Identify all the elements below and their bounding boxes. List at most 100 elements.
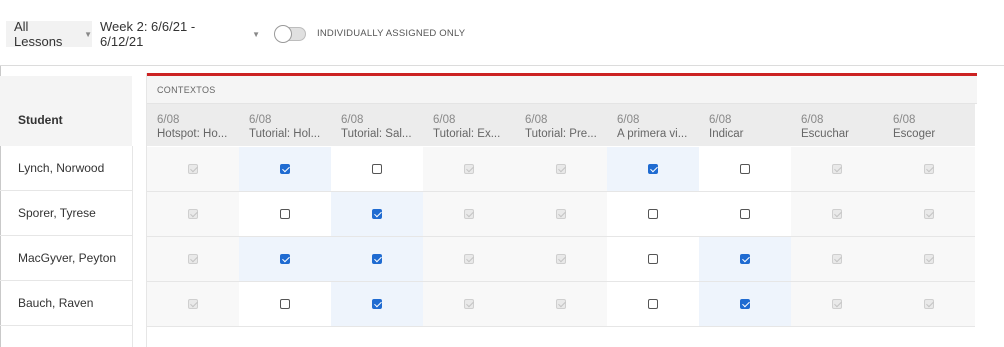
assignment-checkbox-disabled xyxy=(924,209,934,219)
activity-date: 6/08 xyxy=(157,114,180,126)
toggle-label: INDIVIDUALLY ASSIGNED ONLY xyxy=(317,28,466,39)
assignment-cell xyxy=(791,237,883,282)
activity-column-header[interactable]: 6/08 Tutorial: Pre... xyxy=(515,104,607,146)
assignment-checkbox-disabled xyxy=(832,164,842,174)
caret-down-icon: ▼ xyxy=(252,29,260,39)
assignment-checkbox-checked[interactable] xyxy=(372,299,382,309)
activity-name: Indicar xyxy=(709,128,744,140)
assignment-cell xyxy=(791,147,883,192)
assignment-cell xyxy=(883,237,975,282)
assignment-cell xyxy=(147,147,239,192)
toggle-knob xyxy=(274,25,292,43)
activity-column-header[interactable]: 6/08 Indicar xyxy=(699,104,791,146)
assignment-checkbox-disabled xyxy=(188,209,198,219)
assignment-cell xyxy=(423,237,515,282)
student-name: Sporer, Tyrese xyxy=(18,206,96,220)
activity-name: Tutorial: Ex... xyxy=(433,128,501,140)
activity-date: 6/08 xyxy=(433,114,456,126)
assignment-checkbox-disabled xyxy=(464,299,474,309)
assignment-checkbox-unchecked[interactable] xyxy=(372,164,382,174)
assignment-checkbox-checked[interactable] xyxy=(740,254,750,264)
assignment-cell xyxy=(515,192,607,237)
assignment-checkbox-unchecked[interactable] xyxy=(648,209,658,219)
assignment-cell xyxy=(239,237,331,282)
assignment-cell xyxy=(515,237,607,282)
assignment-checkbox-checked[interactable] xyxy=(280,254,290,264)
assignment-grid: CONTEXTOS 6/08 Hotspot: Ho... 6/08 Tutorial… xyxy=(146,73,977,347)
assignment-checkbox-unchecked[interactable] xyxy=(648,254,658,264)
assignment-checkbox-disabled xyxy=(188,299,198,309)
assignment-cell xyxy=(147,282,239,327)
activity-column-header[interactable]: 6/08 Tutorial: Hol... xyxy=(239,104,331,146)
assignment-cell xyxy=(883,192,975,237)
caret-down-icon: ▼ xyxy=(84,29,92,39)
assignment-checkbox-unchecked[interactable] xyxy=(648,299,658,309)
assignment-cell xyxy=(791,192,883,237)
activity-date: 6/08 xyxy=(249,114,272,126)
toolbar: All Lessons ▼ Week 2: 6/6/21 - 6/12/21 ▼… xyxy=(0,0,1004,66)
assignment-checkbox-disabled xyxy=(924,299,934,309)
activity-date: 6/08 xyxy=(801,114,824,126)
assignment-cell xyxy=(699,147,791,192)
student-row: Sporer, Tyrese xyxy=(0,191,132,236)
assignment-checkbox-disabled xyxy=(832,299,842,309)
activity-column-header[interactable]: 6/08 Escoger xyxy=(883,104,975,146)
student-row: MacGyver, Peyton xyxy=(0,236,132,281)
assignment-checkbox-checked[interactable] xyxy=(372,209,382,219)
assignment-checkbox-disabled xyxy=(556,254,566,264)
assignment-cell xyxy=(239,147,331,192)
assignment-cell xyxy=(607,237,699,282)
assignment-cell xyxy=(331,237,423,282)
assignment-checkbox-disabled xyxy=(924,254,934,264)
assignment-checkbox-disabled xyxy=(556,164,566,174)
activity-column-header[interactable]: 6/08 Tutorial: Ex... xyxy=(423,104,515,146)
activity-date: 6/08 xyxy=(617,114,640,126)
assignment-checkbox-disabled xyxy=(556,299,566,309)
activity-column-header[interactable]: 6/08 Escuchar xyxy=(791,104,883,146)
activity-column-header[interactable]: 6/08 Tutorial: Sal... xyxy=(331,104,423,146)
student-row: Bauch, Raven xyxy=(0,281,132,326)
assignment-checkbox-unchecked[interactable] xyxy=(740,209,750,219)
assignment-checkbox-checked[interactable] xyxy=(648,164,658,174)
week-dropdown-label: Week 2: 6/6/21 - 6/12/21 xyxy=(100,19,196,49)
assignment-checkbox-unchecked[interactable] xyxy=(280,299,290,309)
individually-assigned-toggle[interactable] xyxy=(274,25,306,43)
assignment-checkbox-checked[interactable] xyxy=(372,254,382,264)
assignment-cell xyxy=(147,237,239,282)
assignment-cell xyxy=(423,147,515,192)
assignment-checkbox-disabled xyxy=(464,209,474,219)
assignment-cell xyxy=(515,282,607,327)
assignment-checkbox-disabled xyxy=(556,209,566,219)
grid-empty-area xyxy=(147,328,977,347)
assignment-checkbox-checked[interactable] xyxy=(740,299,750,309)
activity-name: Escoger xyxy=(893,128,936,140)
student-column: Student Lynch, Norwood Sporer, Tyrese Ma… xyxy=(0,76,132,347)
lesson-group-header: CONTEXTOS xyxy=(147,76,977,104)
activity-date: 6/08 xyxy=(341,114,364,126)
assignment-checkbox-unchecked[interactable] xyxy=(740,164,750,174)
assignment-cell xyxy=(791,282,883,327)
week-dropdown[interactable]: Week 2: 6/6/21 - 6/12/21 ▼ xyxy=(100,19,260,49)
activity-name: Tutorial: Pre... xyxy=(525,128,597,140)
activity-column-header[interactable]: 6/08 A primera vi... xyxy=(607,104,699,146)
activity-name: Escuchar xyxy=(801,128,849,140)
assignment-checkbox-unchecked[interactable] xyxy=(280,209,290,219)
assignment-checkbox-disabled xyxy=(188,164,198,174)
assignment-cell xyxy=(607,282,699,327)
assignment-cell xyxy=(239,192,331,237)
assignment-checkbox-checked[interactable] xyxy=(280,164,290,174)
assignment-checkbox-disabled xyxy=(832,254,842,264)
assignment-cell xyxy=(331,282,423,327)
student-name: MacGyver, Peyton xyxy=(18,251,117,265)
assignment-cell xyxy=(607,192,699,237)
activity-name: A primera vi... xyxy=(617,128,688,140)
activity-date: 6/08 xyxy=(893,114,916,126)
activity-name: Tutorial: Sal... xyxy=(341,128,412,140)
column-divider xyxy=(132,146,133,347)
activity-date: 6/08 xyxy=(525,114,548,126)
assignment-cell xyxy=(331,147,423,192)
activity-name: Tutorial: Hol... xyxy=(249,128,321,140)
lessons-dropdown[interactable]: All Lessons ▼ xyxy=(6,19,92,49)
assignment-checkbox-disabled xyxy=(464,164,474,174)
activity-column-header[interactable]: 6/08 Hotspot: Ho... xyxy=(147,104,239,146)
